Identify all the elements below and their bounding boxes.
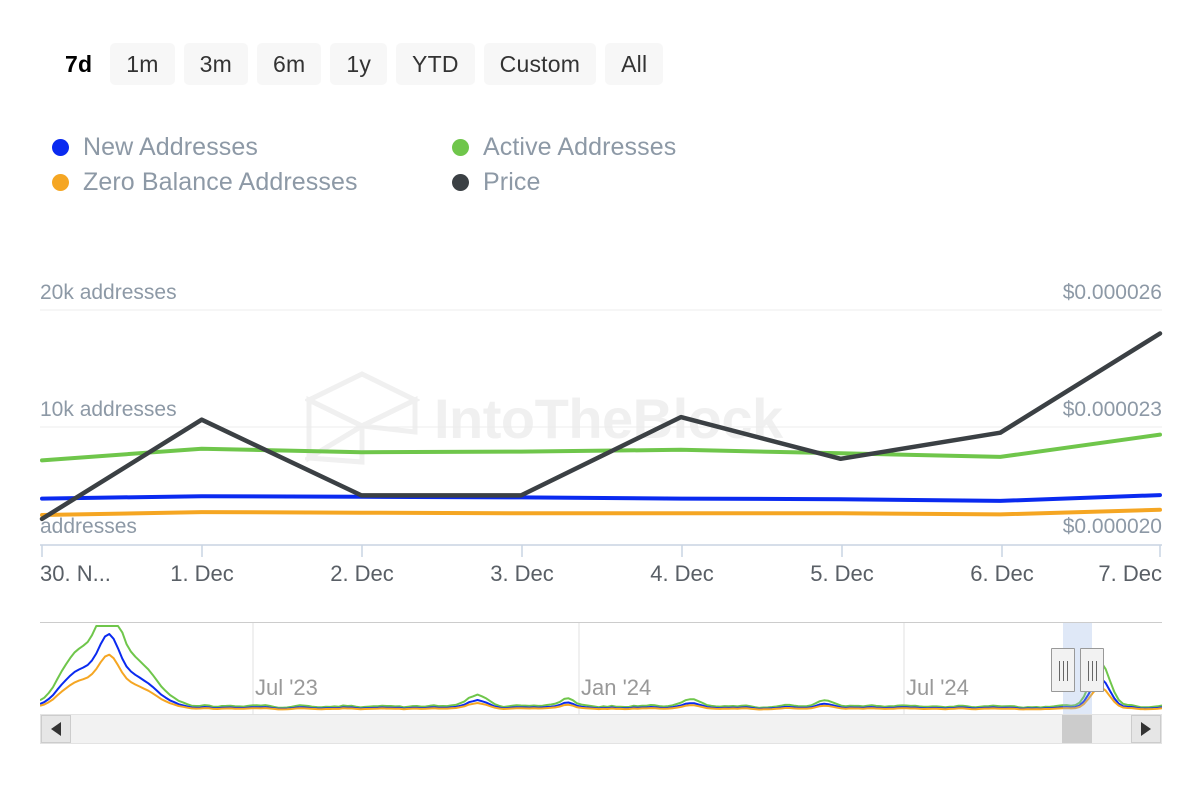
- x-axis-tick-4: 4. Dec: [650, 561, 714, 587]
- grip-line-icon: [1096, 661, 1097, 681]
- chevron-right-icon: [1141, 722, 1151, 736]
- range-tab-3m[interactable]: 3m: [184, 43, 248, 85]
- chart-page: 7d 1m 3m 6m 1y YTD Custom All New Addres…: [0, 0, 1200, 800]
- legend-label: New Addresses: [83, 133, 258, 162]
- navigator-label-1: Jan '24: [581, 675, 651, 701]
- legend-dot-icon: [452, 174, 469, 191]
- navigator-label-0: Jul '23: [255, 675, 318, 701]
- x-axis-tick-0: 30. N...: [40, 561, 111, 587]
- x-axis-tick-2: 2. Dec: [330, 561, 394, 587]
- legend-label: Zero Balance Addresses: [83, 168, 358, 197]
- grip-line-icon: [1088, 661, 1089, 681]
- x-axis-tick-5: 5. Dec: [810, 561, 874, 587]
- navigator-handle-right[interactable]: [1080, 648, 1104, 692]
- series-line-price: [42, 334, 1160, 519]
- navigator-label-2: Jul '24: [906, 675, 969, 701]
- range-tab-6m[interactable]: 6m: [257, 43, 321, 85]
- gridlines: [40, 310, 1162, 545]
- range-tab-custom[interactable]: Custom: [484, 43, 596, 85]
- navigator-svg: [40, 623, 1162, 718]
- range-tab-ytd[interactable]: YTD: [396, 43, 475, 85]
- series-line-zero-balance-addresses: [42, 510, 1160, 515]
- legend-label: Active Addresses: [483, 133, 676, 162]
- scrollbar-thumb[interactable]: [1062, 715, 1091, 743]
- grip-line-icon: [1092, 661, 1093, 681]
- chevron-left-icon: [51, 722, 61, 736]
- grip-line-icon: [1063, 661, 1064, 681]
- legend-item-zero-balance-addresses[interactable]: Zero Balance Addresses: [52, 168, 452, 197]
- x-axis-tick-1: 1. Dec: [170, 561, 234, 587]
- navigator-handle-left[interactable]: [1051, 648, 1075, 692]
- x-axis-tick-7: 7. Dec: [1098, 561, 1162, 587]
- range-tab-all[interactable]: All: [605, 43, 663, 85]
- legend-dot-icon: [52, 139, 69, 156]
- navigator-plot[interactable]: Jul '23 Jan '24 Jul '24: [40, 622, 1162, 718]
- grip-line-icon: [1067, 661, 1068, 681]
- series-line-new-addresses: [42, 495, 1160, 501]
- range-tab-7d[interactable]: 7d: [56, 43, 101, 85]
- grip-line-icon: [1059, 661, 1060, 681]
- chart-legend: New Addresses Active Addresses Zero Bala…: [52, 130, 812, 200]
- legend-dot-icon: [52, 174, 69, 191]
- scroll-left-button[interactable]: [41, 715, 71, 743]
- navigator-scrollbar[interactable]: [40, 714, 1162, 744]
- x-axis-tick-6: 6. Dec: [970, 561, 1034, 587]
- legend-item-active-addresses[interactable]: Active Addresses: [452, 133, 812, 162]
- navigator[interactable]: Jul '23 Jan '24 Jul '24: [40, 622, 1162, 718]
- x-axis-tick-3: 3. Dec: [490, 561, 554, 587]
- main-chart-svg: [0, 255, 1200, 595]
- range-tabs: 7d 1m 3m 6m 1y YTD Custom All: [56, 43, 663, 85]
- scroll-right-button[interactable]: [1131, 715, 1161, 743]
- legend-item-price[interactable]: Price: [452, 168, 812, 197]
- series-paths: [42, 334, 1160, 519]
- legend-label: Price: [483, 168, 540, 197]
- main-chart: 20k addresses 10k addresses addresses $0…: [0, 255, 1200, 595]
- x-axis-ticks: [42, 545, 1160, 557]
- range-tab-1y[interactable]: 1y: [330, 43, 387, 85]
- legend-dot-icon: [452, 139, 469, 156]
- range-tab-1m[interactable]: 1m: [110, 43, 174, 85]
- legend-item-new-addresses[interactable]: New Addresses: [52, 133, 452, 162]
